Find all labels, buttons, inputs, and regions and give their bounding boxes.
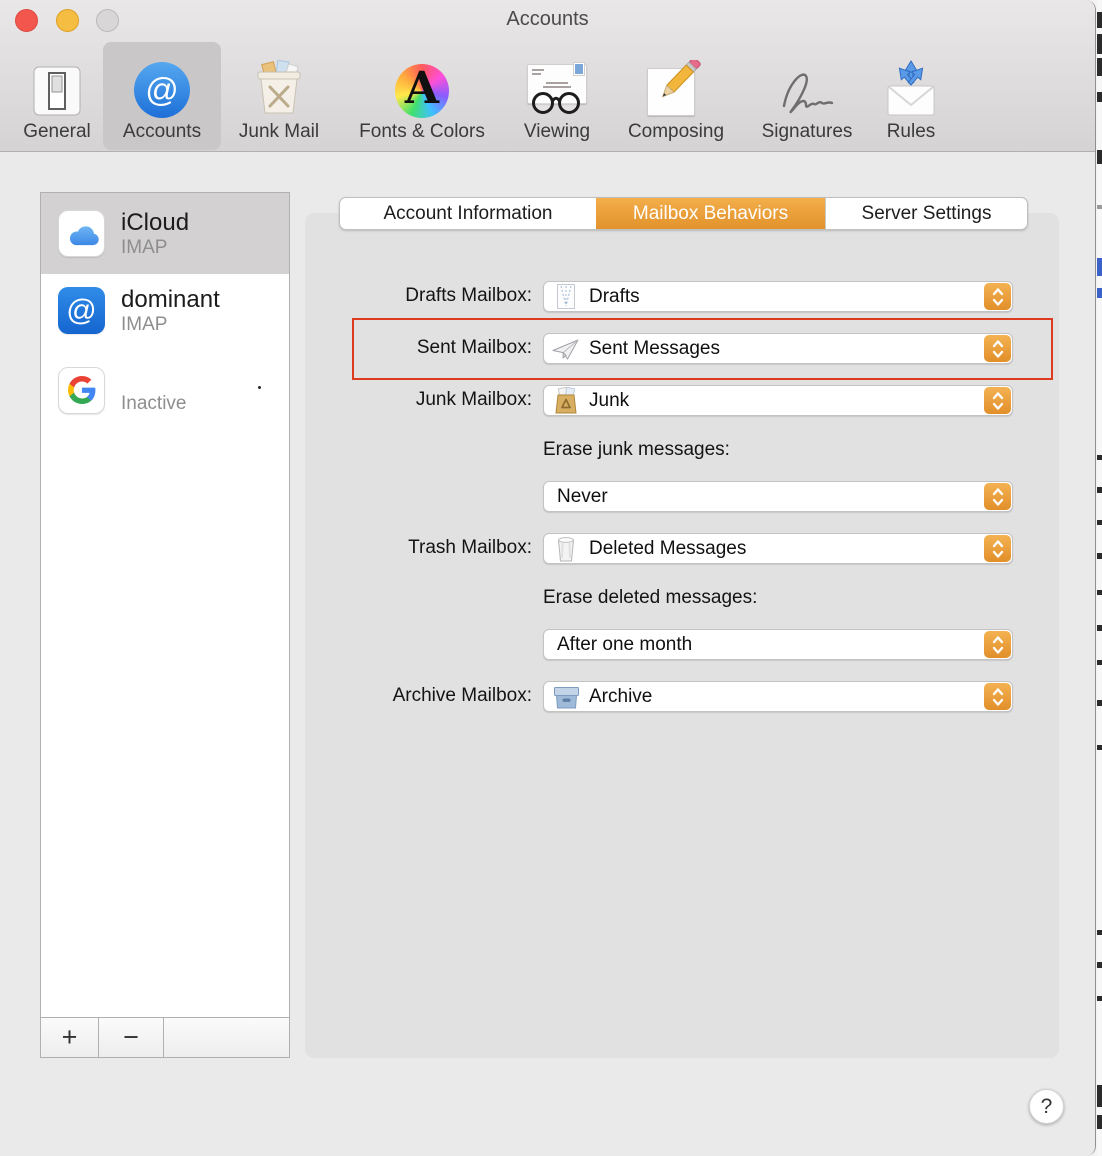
- toolbar-label: Accounts: [122, 121, 202, 142]
- junk-mailbox-label: Junk Mailbox:: [415, 389, 532, 410]
- trash-mailbox-label: Trash Mailbox:: [408, 537, 532, 558]
- add-account-button[interactable]: +: [41, 1018, 99, 1057]
- tab-label: Server Settings: [861, 202, 992, 224]
- toolbar-label: Fonts & Colors: [359, 121, 485, 142]
- junk-bag-icon: [551, 387, 581, 414]
- sent-mailbox-dropdown[interactable]: Sent Messages: [543, 333, 1013, 364]
- dropdown-value: Junk: [589, 389, 630, 411]
- stepper-chevrons-icon: [984, 631, 1011, 658]
- dropdown-value: Archive: [589, 685, 653, 707]
- erase-deleted-dropdown[interactable]: After one month: [543, 629, 1013, 660]
- account-row-google[interactable]: Inactive: [41, 347, 289, 433]
- tab-label: Account Information: [383, 202, 553, 224]
- preferences-window: Accounts General @ Accounts Junk Mail A …: [0, 0, 1096, 1156]
- screen: Accounts General @ Accounts Junk Mail A …: [0, 0, 1102, 1156]
- footer-filler: [164, 1018, 289, 1057]
- composing-icon: [647, 48, 705, 118]
- stepper-chevrons-icon: [984, 335, 1011, 362]
- account-status: IMAP: [121, 313, 168, 335]
- dropdown-value: Sent Messages: [589, 337, 720, 359]
- fonts-colors-icon: A: [395, 48, 449, 118]
- account-status: IMAP: [121, 236, 168, 258]
- account-name: dominant: [121, 285, 220, 313]
- stepper-chevrons-icon: [984, 387, 1011, 414]
- tab-bar: Account Information Mailbox Behaviors Se…: [339, 197, 1028, 230]
- tab-label: Mailbox Behaviors: [632, 202, 789, 224]
- tab-mailbox-behaviors[interactable]: Mailbox Behaviors: [596, 198, 825, 229]
- viewing-icon: [525, 48, 589, 118]
- toolbar-item-viewing[interactable]: Viewing: [509, 42, 605, 150]
- google-icon: [58, 366, 105, 414]
- account-status: Inactive: [121, 393, 187, 414]
- stepper-chevrons-icon: [984, 283, 1011, 310]
- junk-mail-icon: [250, 48, 308, 118]
- rules-icon: [882, 48, 940, 118]
- archive-mailbox-label: Archive Mailbox:: [392, 685, 532, 706]
- trash-icon: [551, 535, 581, 562]
- drafts-mailbox-label: Drafts Mailbox:: [405, 285, 532, 306]
- sidebar-footer: + −: [41, 1017, 289, 1057]
- erase-deleted-label: Erase deleted messages:: [543, 587, 758, 608]
- account-row-dominant[interactable]: @ dominant IMAP: [41, 274, 289, 347]
- toolbar-label: Junk Mail: [238, 121, 320, 142]
- junk-mailbox-dropdown[interactable]: Junk: [543, 385, 1013, 416]
- dropdown-value: Never: [557, 485, 608, 507]
- sent-icon: [551, 337, 581, 361]
- account-text: iCloud IMAP: [121, 209, 189, 259]
- dropdown-value: Drafts: [589, 285, 640, 307]
- toolbar-item-fonts-colors[interactable]: A Fonts & Colors: [342, 42, 502, 150]
- stepper-chevrons-icon: [984, 683, 1011, 710]
- accounts-sidebar: iCloud IMAP @ dominant IMAP Inactive + −: [40, 192, 290, 1058]
- toolbar-item-accounts[interactable]: @ Accounts: [103, 42, 221, 150]
- toolbar-label: Rules: [886, 121, 936, 142]
- account-name: [121, 365, 186, 393]
- icloud-icon: [58, 210, 105, 257]
- account-row-icloud[interactable]: iCloud IMAP: [41, 193, 289, 274]
- stepper-chevrons-icon: [984, 483, 1011, 510]
- screenshot-artifact-dot: [258, 386, 261, 389]
- erase-junk-dropdown[interactable]: Never: [543, 481, 1013, 512]
- plus-icon: +: [61, 1022, 78, 1052]
- toolbar-label: General: [23, 121, 91, 142]
- minus-icon: −: [123, 1022, 139, 1052]
- stepper-chevrons-icon: [984, 535, 1011, 562]
- desktop-edge-artifacts: [1097, 0, 1102, 1156]
- account-list: iCloud IMAP @ dominant IMAP Inactive: [41, 193, 289, 1017]
- archive-box-icon: [551, 685, 581, 709]
- tab-account-information[interactable]: Account Information: [340, 198, 596, 229]
- toolbar-label: Signatures: [761, 121, 853, 142]
- toolbar-label: Viewing: [523, 121, 591, 142]
- tab-server-settings[interactable]: Server Settings: [825, 198, 1027, 229]
- account-name: iCloud: [121, 208, 190, 236]
- dropdown-value: After one month: [557, 633, 693, 655]
- help-button[interactable]: ?: [1029, 1089, 1064, 1124]
- trash-mailbox-dropdown[interactable]: Deleted Messages: [543, 533, 1013, 564]
- toolbar-item-signatures[interactable]: Signatures: [747, 42, 867, 150]
- toolbar-item-junk-mail[interactable]: Junk Mail: [225, 42, 333, 150]
- sent-mailbox-label: Sent Mailbox:: [416, 337, 532, 358]
- at-icon: @: [58, 287, 105, 334]
- content-area: iCloud IMAP @ dominant IMAP Inactive + −…: [0, 152, 1095, 1156]
- toolbar-item-general[interactable]: General: [12, 42, 102, 150]
- signatures-icon: [776, 48, 838, 118]
- archive-mailbox-dropdown[interactable]: Archive: [543, 681, 1013, 712]
- toolbar-item-composing[interactable]: Composing: [612, 42, 740, 150]
- question-mark-icon: ?: [1040, 1094, 1053, 1118]
- toolbar-label: Composing: [627, 121, 725, 142]
- dropdown-value: Deleted Messages: [589, 537, 747, 559]
- drafts-mailbox-dropdown[interactable]: Drafts: [543, 281, 1013, 312]
- general-icon: [32, 48, 82, 118]
- window-header: Accounts General @ Accounts Junk Mail A …: [0, 0, 1095, 152]
- drafts-icon: [551, 283, 581, 310]
- account-text: Inactive: [121, 365, 186, 415]
- accounts-icon: @: [134, 48, 190, 118]
- erase-junk-label: Erase junk messages:: [543, 439, 730, 460]
- window-title: Accounts: [506, 8, 589, 30]
- titlebar: Accounts: [0, 0, 1095, 40]
- toolbar-item-rules[interactable]: Rules: [874, 42, 948, 150]
- remove-account-button[interactable]: −: [99, 1018, 164, 1057]
- account-text: dominant IMAP: [121, 286, 220, 336]
